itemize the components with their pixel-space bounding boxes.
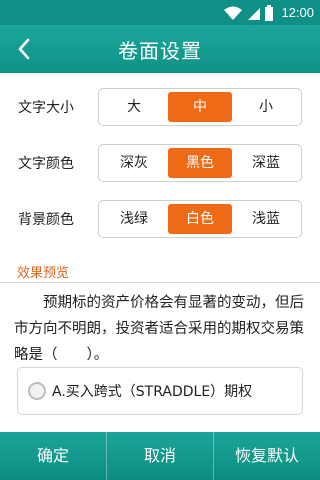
font-size-label: 文字大小 (18, 100, 74, 116)
font-size-option-large[interactable]: 大 (102, 92, 166, 122)
bottom-action-bar: 确定 取消 恢复默认 (0, 432, 320, 480)
font-color-selector: 深灰 黑色 深蓝 (98, 144, 302, 182)
font-color-option-black[interactable]: 黑色 (168, 148, 232, 178)
reset-default-button[interactable]: 恢复默认 (214, 432, 320, 480)
title-bar: 卷面设置 (0, 25, 320, 73)
font-size-selector: 大 中 小 (98, 88, 302, 126)
preview-question: 预期标的资产价格会有显著的变动，但后市方向不明朗，投资者适合采用的期权交易策略是… (14, 295, 304, 363)
status-bar: 12:00 (0, 0, 320, 25)
answer-option-a[interactable]: A.买入跨式（STRADDLE）期权 (17, 367, 303, 415)
bg-color-option-light-green[interactable]: 浅绿 (102, 204, 166, 234)
signal-icon (248, 7, 261, 20)
setting-row-font-color: 文字颜色 深灰 黑色 深蓝 (0, 144, 320, 184)
setting-row-font-size: 文字大小 大 中 小 (0, 88, 320, 128)
confirm-button[interactable]: 确定 (0, 432, 106, 480)
cancel-button[interactable]: 取消 (107, 432, 213, 480)
chevron-left-icon (18, 38, 30, 60)
font-size-option-small[interactable]: 小 (234, 92, 298, 122)
wifi-icon (224, 6, 243, 20)
preview-divider (0, 282, 320, 283)
font-color-option-dark-blue[interactable]: 深蓝 (234, 148, 298, 178)
preview-title: 效果预览 (17, 266, 70, 281)
battery-icon (265, 4, 274, 21)
status-time: 12:00 (281, 5, 314, 20)
bg-color-label: 背景颜色 (18, 212, 74, 228)
bg-color-option-light-blue[interactable]: 浅蓝 (234, 204, 298, 234)
font-color-label: 文字颜色 (18, 156, 74, 172)
answer-option-a-text: A.买入跨式（STRADDLE）期权 (52, 384, 253, 400)
bg-color-option-white[interactable]: 白色 (168, 204, 232, 234)
back-button[interactable] (8, 33, 40, 65)
font-size-option-medium[interactable]: 中 (168, 92, 232, 122)
bg-color-selector: 浅绿 白色 浅蓝 (98, 200, 302, 238)
page-title: 卷面设置 (118, 38, 202, 63)
font-color-option-dark-gray[interactable]: 深灰 (102, 148, 166, 178)
setting-row-bg-color: 背景颜色 浅绿 白色 浅蓝 (0, 200, 320, 240)
radio-button[interactable] (28, 382, 46, 400)
status-icons: 12:00 (223, 4, 320, 21)
